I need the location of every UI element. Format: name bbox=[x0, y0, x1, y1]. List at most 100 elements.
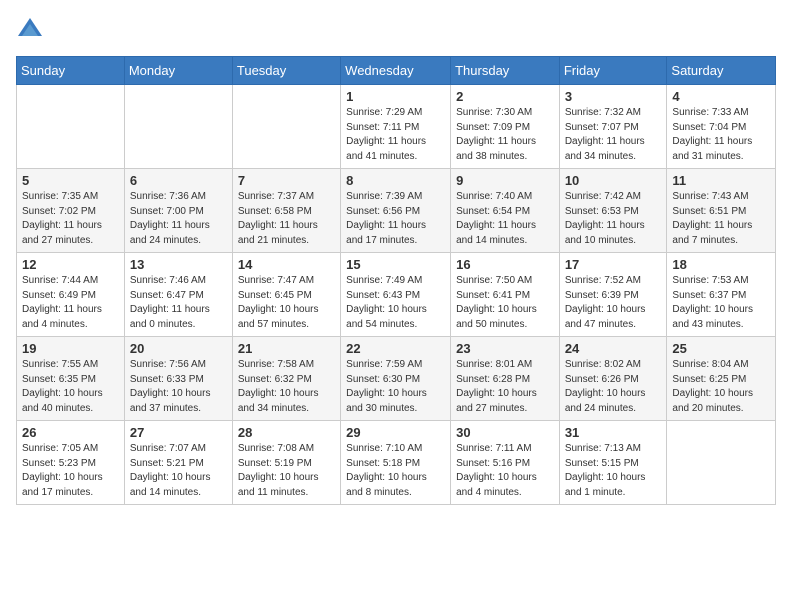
day-number: 7 bbox=[238, 173, 335, 188]
day-number: 20 bbox=[130, 341, 227, 356]
calendar-cell: 4 Sunrise: 7:33 AM Sunset: 7:04 PM Daylig… bbox=[667, 85, 776, 169]
week-row-2: 5 Sunrise: 7:35 AM Sunset: 7:02 PM Daylig… bbox=[17, 169, 776, 253]
cell-content: Sunrise: 7:29 AM Sunset: 7:11 PM Dayligh… bbox=[346, 106, 445, 164]
day-number: 10 bbox=[565, 173, 662, 188]
day-number: 2 bbox=[456, 89, 554, 104]
cell-content: Sunrise: 7:36 AM Sunset: 7:00 PM Dayligh… bbox=[130, 190, 227, 248]
cell-content: Sunrise: 8:01 AM Sunset: 6:28 PM Dayligh… bbox=[456, 358, 554, 416]
cell-content: Sunrise: 8:02 AM Sunset: 6:26 PM Dayligh… bbox=[565, 358, 662, 416]
cell-content: Sunrise: 7:50 AM Sunset: 6:41 PM Dayligh… bbox=[456, 274, 554, 332]
cell-content: Sunrise: 7:49 AM Sunset: 6:43 PM Dayligh… bbox=[346, 274, 445, 332]
week-row-3: 12 Sunrise: 7:44 AM Sunset: 6:49 PM Dayli… bbox=[17, 253, 776, 337]
calendar-cell: 31 Sunrise: 7:13 AM Sunset: 5:15 PM Dayli… bbox=[559, 421, 667, 505]
day-number: 31 bbox=[565, 425, 662, 440]
calendar-cell: 21 Sunrise: 7:58 AM Sunset: 6:32 PM Dayli… bbox=[232, 337, 340, 421]
logo-icon bbox=[16, 16, 44, 44]
cell-content: Sunrise: 7:33 AM Sunset: 7:04 PM Dayligh… bbox=[672, 106, 770, 164]
cell-content: Sunrise: 7:43 AM Sunset: 6:51 PM Dayligh… bbox=[672, 190, 770, 248]
day-number: 6 bbox=[130, 173, 227, 188]
day-number: 5 bbox=[22, 173, 119, 188]
cell-content: Sunrise: 7:05 AM Sunset: 5:23 PM Dayligh… bbox=[22, 442, 119, 500]
calendar-cell: 7 Sunrise: 7:37 AM Sunset: 6:58 PM Daylig… bbox=[232, 169, 340, 253]
cell-content: Sunrise: 7:44 AM Sunset: 6:49 PM Dayligh… bbox=[22, 274, 119, 332]
calendar-cell: 29Sunrise: 7:10 AM Sunset: 5:18 PM Dayli… bbox=[341, 421, 451, 505]
calendar-cell: 2 Sunrise: 7:30 AM Sunset: 7:09 PM Daylig… bbox=[451, 85, 560, 169]
cell-content: Sunrise: 7:30 AM Sunset: 7:09 PM Dayligh… bbox=[456, 106, 554, 164]
cell-content: Sunrise: 7:13 AM Sunset: 5:15 PM Dayligh… bbox=[565, 442, 662, 500]
cell-content: Sunrise: 7:47 AM Sunset: 6:45 PM Dayligh… bbox=[238, 274, 335, 332]
calendar-cell: 27Sunrise: 7:07 AM Sunset: 5:21 PM Dayli… bbox=[124, 421, 232, 505]
day-number: 3 bbox=[565, 89, 662, 104]
calendar-cell: 5 Sunrise: 7:35 AM Sunset: 7:02 PM Daylig… bbox=[17, 169, 125, 253]
column-header-friday: Friday bbox=[559, 57, 667, 85]
day-number: 28 bbox=[238, 425, 335, 440]
day-number: 13 bbox=[130, 257, 227, 272]
cell-content: Sunrise: 7:40 AM Sunset: 6:54 PM Dayligh… bbox=[456, 190, 554, 248]
day-number: 19 bbox=[22, 341, 119, 356]
logo bbox=[16, 16, 48, 44]
day-number: 11 bbox=[672, 173, 770, 188]
cell-content: Sunrise: 7:07 AM Sunset: 5:21 PM Dayligh… bbox=[130, 442, 227, 500]
day-number: 4 bbox=[672, 89, 770, 104]
day-number: 14 bbox=[238, 257, 335, 272]
column-header-thursday: Thursday bbox=[451, 57, 560, 85]
cell-content: Sunrise: 7:58 AM Sunset: 6:32 PM Dayligh… bbox=[238, 358, 335, 416]
column-header-saturday: Saturday bbox=[667, 57, 776, 85]
calendar-cell: 26 Sunrise: 7:05 AM Sunset: 5:23 PM Dayli… bbox=[17, 421, 125, 505]
calendar-cell bbox=[667, 421, 776, 505]
calendar-cell: 8Sunrise: 7:39 AM Sunset: 6:56 PM Daylig… bbox=[341, 169, 451, 253]
column-header-sunday: Sunday bbox=[17, 57, 125, 85]
day-number: 22 bbox=[346, 341, 445, 356]
day-number: 24 bbox=[565, 341, 662, 356]
day-number: 16 bbox=[456, 257, 554, 272]
week-row-4: 19 Sunrise: 7:55 AM Sunset: 6:35 PM Dayli… bbox=[17, 337, 776, 421]
calendar-cell: 30Sunrise: 7:11 AM Sunset: 5:16 PM Dayli… bbox=[451, 421, 560, 505]
day-number: 8 bbox=[346, 173, 445, 188]
calendar-cell bbox=[17, 85, 125, 169]
calendar-cell: 6 Sunrise: 7:36 AM Sunset: 7:00 PM Daylig… bbox=[124, 169, 232, 253]
calendar-cell: 25 Sunrise: 8:04 AM Sunset: 6:25 PM Dayli… bbox=[667, 337, 776, 421]
calendar-cell: 10Sunrise: 7:42 AM Sunset: 6:53 PM Dayli… bbox=[559, 169, 667, 253]
calendar: SundayMondayTuesdayWednesdayThursdayFrid… bbox=[16, 56, 776, 505]
calendar-header-row: SundayMondayTuesdayWednesdayThursdayFrid… bbox=[17, 57, 776, 85]
page-header bbox=[16, 16, 776, 44]
calendar-cell: 3Sunrise: 7:32 AM Sunset: 7:07 PM Daylig… bbox=[559, 85, 667, 169]
column-header-tuesday: Tuesday bbox=[232, 57, 340, 85]
calendar-cell: 12 Sunrise: 7:44 AM Sunset: 6:49 PM Dayli… bbox=[17, 253, 125, 337]
calendar-cell: 22Sunrise: 7:59 AM Sunset: 6:30 PM Dayli… bbox=[341, 337, 451, 421]
day-number: 1 bbox=[346, 89, 445, 104]
day-number: 29 bbox=[346, 425, 445, 440]
cell-content: Sunrise: 7:35 AM Sunset: 7:02 PM Dayligh… bbox=[22, 190, 119, 248]
day-number: 9 bbox=[456, 173, 554, 188]
calendar-cell: 15 Sunrise: 7:49 AM Sunset: 6:43 PM Dayli… bbox=[341, 253, 451, 337]
calendar-cell: 9 Sunrise: 7:40 AM Sunset: 6:54 PM Daylig… bbox=[451, 169, 560, 253]
day-number: 30 bbox=[456, 425, 554, 440]
column-header-wednesday: Wednesday bbox=[341, 57, 451, 85]
day-number: 25 bbox=[672, 341, 770, 356]
cell-content: Sunrise: 7:46 AM Sunset: 6:47 PM Dayligh… bbox=[130, 274, 227, 332]
calendar-cell: 14 Sunrise: 7:47 AM Sunset: 6:45 PM Dayli… bbox=[232, 253, 340, 337]
day-number: 15 bbox=[346, 257, 445, 272]
column-header-monday: Monday bbox=[124, 57, 232, 85]
cell-content: Sunrise: 7:52 AM Sunset: 6:39 PM Dayligh… bbox=[565, 274, 662, 332]
calendar-cell bbox=[232, 85, 340, 169]
week-row-5: 26 Sunrise: 7:05 AM Sunset: 5:23 PM Dayli… bbox=[17, 421, 776, 505]
calendar-cell: 18Sunrise: 7:53 AM Sunset: 6:37 PM Dayli… bbox=[667, 253, 776, 337]
cell-content: Sunrise: 7:37 AM Sunset: 6:58 PM Dayligh… bbox=[238, 190, 335, 248]
calendar-cell: 19 Sunrise: 7:55 AM Sunset: 6:35 PM Dayli… bbox=[17, 337, 125, 421]
cell-content: Sunrise: 8:04 AM Sunset: 6:25 PM Dayligh… bbox=[672, 358, 770, 416]
calendar-cell: 20 Sunrise: 7:56 AM Sunset: 6:33 PM Dayli… bbox=[124, 337, 232, 421]
day-number: 21 bbox=[238, 341, 335, 356]
calendar-cell: 24 Sunrise: 8:02 AM Sunset: 6:26 PM Dayli… bbox=[559, 337, 667, 421]
calendar-cell bbox=[124, 85, 232, 169]
cell-content: Sunrise: 7:56 AM Sunset: 6:33 PM Dayligh… bbox=[130, 358, 227, 416]
calendar-cell: 17Sunrise: 7:52 AM Sunset: 6:39 PM Dayli… bbox=[559, 253, 667, 337]
day-number: 12 bbox=[22, 257, 119, 272]
day-number: 26 bbox=[22, 425, 119, 440]
cell-content: Sunrise: 7:53 AM Sunset: 6:37 PM Dayligh… bbox=[672, 274, 770, 332]
cell-content: Sunrise: 7:55 AM Sunset: 6:35 PM Dayligh… bbox=[22, 358, 119, 416]
week-row-1: 1 Sunrise: 7:29 AM Sunset: 7:11 PM Daylig… bbox=[17, 85, 776, 169]
calendar-cell: 23Sunrise: 8:01 AM Sunset: 6:28 PM Dayli… bbox=[451, 337, 560, 421]
calendar-cell: 11 Sunrise: 7:43 AM Sunset: 6:51 PM Dayli… bbox=[667, 169, 776, 253]
calendar-cell: 1 Sunrise: 7:29 AM Sunset: 7:11 PM Daylig… bbox=[341, 85, 451, 169]
